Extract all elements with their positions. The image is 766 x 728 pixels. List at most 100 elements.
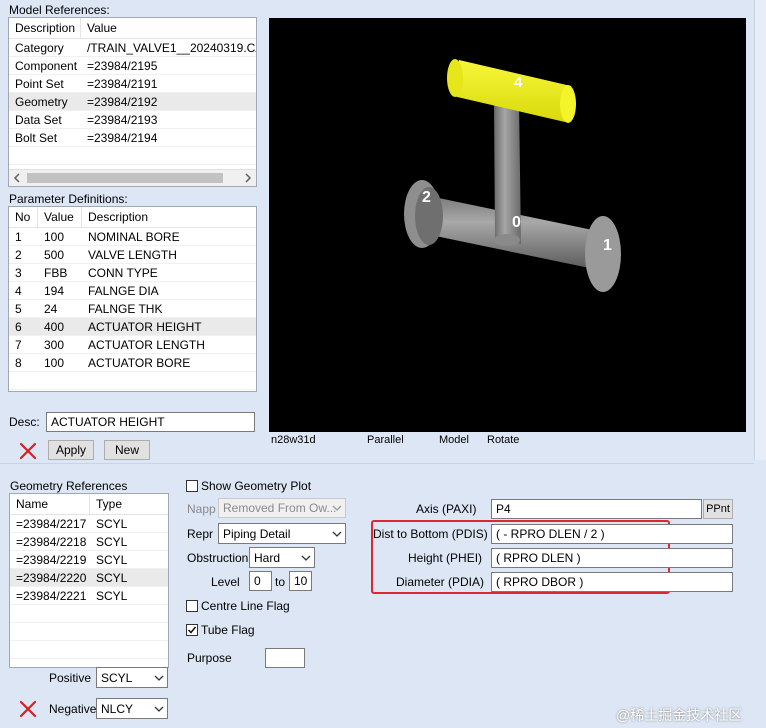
- table-row[interactable]: 7 300 ACTUATOR LENGTH: [9, 336, 256, 354]
- diameter-input[interactable]: ( RPRO DBOR ): [491, 572, 733, 592]
- show-geometry-plot-label[interactable]: Show Geometry Plot: [201, 479, 311, 493]
- model-references-header: Description Value: [9, 18, 256, 39]
- action-text[interactable]: Rotate: [487, 434, 519, 446]
- centre-line-flag-label[interactable]: Centre Line Flag: [201, 599, 290, 613]
- dist-to-bottom-input[interactable]: ( - RPRO DLEN / 2 ): [491, 524, 733, 544]
- negative-value: NLCY: [101, 701, 134, 716]
- mode-text[interactable]: Model: [439, 434, 469, 446]
- tube-flag-checkbox[interactable]: [186, 624, 198, 636]
- scrollbar-thumb[interactable]: [27, 173, 223, 183]
- table-row[interactable]: Category/TRAIN_VALVE1__20240319.CAT: [9, 39, 256, 57]
- apply-button[interactable]: Apply: [48, 440, 94, 460]
- negative-select[interactable]: NLCY: [96, 698, 168, 719]
- table-row[interactable]: [10, 605, 168, 623]
- table-row[interactable]: [10, 641, 168, 659]
- table-cell-name: =23984/2221: [16, 588, 87, 603]
- table-row[interactable]: 1 100 NOMINAL BORE: [9, 228, 256, 246]
- table-cell-value: 100: [44, 229, 65, 244]
- parameter-definitions-title: Parameter Definitions:: [9, 192, 128, 206]
- napp-select[interactable]: Removed From Ow...: [218, 498, 346, 518]
- table-row[interactable]: 4 194 FALNGE DIA: [9, 282, 256, 300]
- negative-label: Negative: [49, 702, 97, 716]
- geometry-references-header: Name Type: [10, 494, 168, 515]
- positive-select[interactable]: SCYL: [96, 667, 168, 688]
- centre-line-flag-checkbox[interactable]: [186, 600, 198, 612]
- show-geometry-plot-checkbox[interactable]: [186, 480, 198, 492]
- geometry-references-table[interactable]: Name Type =23984/2217 SCYL =23984/2218 SCYL…: [9, 493, 169, 668]
- table-cell-name: =23984/2218: [16, 534, 87, 549]
- table-cell-desc: Component: [15, 58, 78, 73]
- table-row[interactable]: =23984/2220 SCYL: [10, 569, 168, 587]
- level-from-input[interactable]: 0: [249, 571, 272, 591]
- chevron-down-icon: [301, 555, 311, 561]
- diameter-label: Diameter (PDIA): [396, 575, 485, 589]
- projection-text[interactable]: Parallel: [367, 434, 404, 446]
- table-cell-no: 1: [15, 229, 22, 244]
- column-header-name[interactable]: Name: [10, 494, 90, 514]
- table-row[interactable]: [9, 372, 256, 390]
- column-header-description[interactable]: Description: [9, 18, 81, 38]
- repr-select[interactable]: Piping Detail: [218, 523, 346, 544]
- scroll-left-icon[interactable]: [12, 173, 22, 183]
- table-cell-desc: ACTUATOR LENGTH: [88, 337, 205, 352]
- obstruction-value: Hard: [254, 550, 281, 565]
- table-cell-no: 5: [15, 301, 22, 316]
- table-cell-type: SCYL: [96, 570, 128, 585]
- table-row[interactable]: 2 500 VALVE LENGTH: [9, 246, 256, 264]
- point-label-2: 2: [422, 189, 431, 206]
- table-cell-no: 6: [15, 319, 22, 334]
- table-row[interactable]: 3 FBB CONN TYPE: [9, 264, 256, 282]
- table-cell-desc: Geometry: [15, 94, 68, 109]
- table-row[interactable]: =23984/2217 SCYL: [10, 515, 168, 533]
- tube-flag-label[interactable]: Tube Flag: [201, 623, 255, 637]
- table-row[interactable]: 5 24 FALNGE THK: [9, 300, 256, 318]
- model-references-table[interactable]: Description Value Category/TRAIN_VALVE1_…: [8, 17, 257, 187]
- table-cell-no: 8: [15, 355, 22, 370]
- level-to-input[interactable]: 10: [289, 571, 312, 591]
- table-row[interactable]: =23984/2218 SCYL: [10, 533, 168, 551]
- table-row[interactable]: [10, 623, 168, 641]
- delete-negative-icon[interactable]: [18, 699, 38, 719]
- desc-label: Desc:: [9, 415, 40, 429]
- column-header-type[interactable]: Type: [90, 494, 168, 514]
- obstruction-select[interactable]: Hard: [249, 547, 315, 568]
- panel-separator: [0, 463, 754, 464]
- table-row[interactable]: [9, 147, 256, 165]
- obstruction-label: Obstruction: [187, 551, 249, 565]
- new-button[interactable]: New: [104, 440, 150, 460]
- column-header-no[interactable]: No: [9, 207, 38, 227]
- column-header-value[interactable]: Value: [81, 18, 256, 38]
- column-header-description[interactable]: Description: [82, 207, 256, 227]
- purpose-input[interactable]: [265, 648, 305, 668]
- 3d-viewport[interactable]: 4 2 0 1: [269, 18, 746, 432]
- table-row[interactable]: Bolt Set =23984/2194: [9, 129, 256, 147]
- table-cell-value: 100: [44, 355, 65, 370]
- delete-icon[interactable]: [18, 441, 38, 461]
- table-cell-desc: Point Set: [15, 76, 64, 91]
- table-cell-value: FBB: [44, 265, 68, 280]
- parameter-definitions-table[interactable]: No Value Description 1 100 NOMINAL BORE 2 50…: [8, 206, 257, 392]
- table-row[interactable]: 8 100 ACTUATOR BORE: [9, 354, 256, 372]
- ppnt-button[interactable]: PPnt: [703, 499, 733, 519]
- horizontal-scrollbar[interactable]: [9, 169, 256, 186]
- chevron-down-icon: [332, 505, 342, 511]
- height-input[interactable]: ( RPRO DLEN ): [491, 548, 733, 568]
- table-row[interactable]: Geometry =23984/2192: [9, 93, 256, 111]
- table-cell-desc: ACTUATOR HEIGHT: [88, 319, 202, 334]
- table-cell-name: =23984/2219: [16, 552, 87, 567]
- checkmark-icon: [187, 626, 197, 634]
- napp-label: Napp: [187, 502, 216, 516]
- scroll-right-icon[interactable]: [243, 173, 253, 183]
- table-cell-type: SCYL: [96, 534, 128, 549]
- table-row[interactable]: =23984/2221 SCYL: [10, 587, 168, 605]
- table-row[interactable]: Data Set =23984/2193: [9, 111, 256, 129]
- table-row[interactable]: Point Set =23984/2191: [9, 75, 256, 93]
- desc-input[interactable]: ACTUATOR HEIGHT: [46, 412, 255, 432]
- column-header-value[interactable]: Value: [38, 207, 82, 227]
- table-row[interactable]: 6 400 ACTUATOR HEIGHT: [9, 318, 256, 336]
- table-cell-type: SCYL: [96, 552, 128, 567]
- table-row[interactable]: Component =23984/2195: [9, 57, 256, 75]
- axis-input[interactable]: P4: [491, 499, 702, 519]
- table-cell-no: 4: [15, 283, 22, 298]
- table-row[interactable]: =23984/2219 SCYL: [10, 551, 168, 569]
